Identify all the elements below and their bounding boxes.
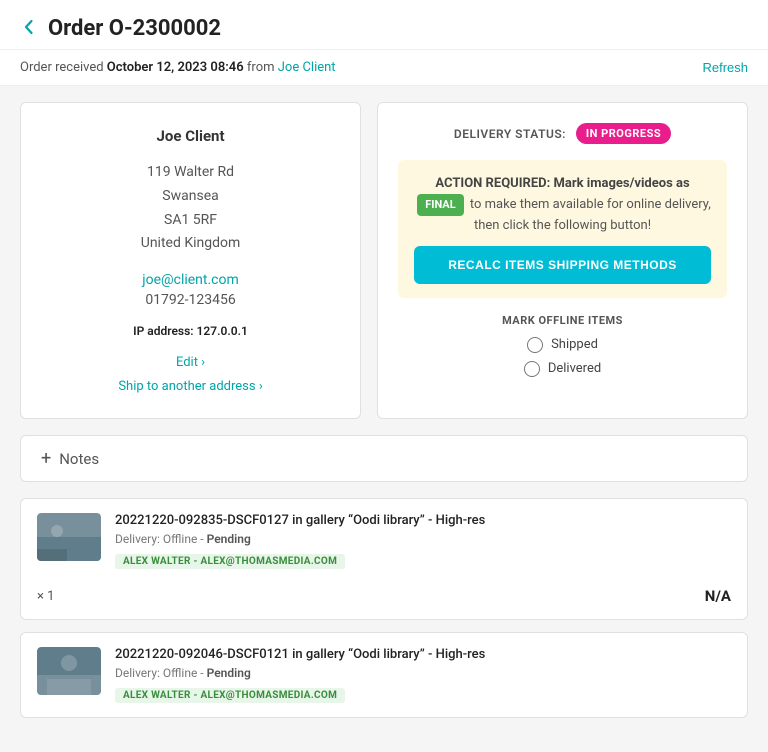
shipped-label: Shipped (551, 337, 598, 352)
notes-label: Notes (59, 450, 99, 468)
item-price: N/A (705, 587, 731, 605)
item-info: 20221220-092835-DSCF0127 in gallery “Ood… (115, 513, 731, 569)
address-line2: Swansea (41, 185, 340, 209)
page: Order O-2300002 Order received October 1… (0, 0, 768, 752)
item-status: Pending (207, 532, 251, 546)
delivered-radio-row: Delivered (398, 361, 727, 377)
order-item: 20221220-092046-DSCF0121 in gallery “Ood… (20, 632, 748, 718)
order-items-list: 20221220-092835-DSCF0127 in gallery “Ood… (20, 498, 748, 718)
client-name: Joe Client (41, 127, 340, 145)
received-label: Order received (20, 60, 104, 75)
shipped-radio[interactable] (527, 337, 543, 353)
item-tag: ALEX WALTER - ALEX@THOMASMEDIA.COM (115, 554, 345, 569)
item-title: 20221220-092046-DSCF0121 in gallery “Ood… (115, 647, 731, 662)
order-meta: Order received October 12, 2023 08:46 fr… (20, 60, 336, 75)
back-button[interactable] (20, 17, 38, 41)
notes-section[interactable]: + Notes (20, 435, 748, 482)
ip-label: IP address: (133, 324, 193, 338)
offline-section: MARK OFFLINE ITEMS Shipped Delivered (398, 314, 727, 377)
action-required-suffix: to make them available for online delive… (470, 197, 711, 234)
item-thumbnail (37, 513, 101, 561)
item-bottom: × 1 N/A (37, 579, 731, 605)
email-link[interactable]: joe@client.com (41, 272, 340, 288)
address-line4: United Kingdom (41, 232, 340, 256)
shipped-radio-row: Shipped (398, 337, 727, 353)
delivered-radio[interactable] (524, 361, 540, 377)
item-title: 20221220-092835-DSCF0127 in gallery “Ood… (115, 513, 731, 528)
action-required-box: ACTION REQUIRED: Mark images/videos as F… (398, 160, 727, 298)
item-tag: ALEX WALTER - ALEX@THOMASMEDIA.COM (115, 688, 345, 703)
edit-link[interactable]: Edit › (176, 355, 205, 370)
ship-to-another-link[interactable]: Ship to another address › (118, 379, 262, 394)
ip-address: IP address: 127.0.0.1 (41, 324, 340, 338)
item-qty: × 1 (37, 589, 54, 604)
order-title: Order O-2300002 (48, 16, 221, 41)
address-line3: SA1 5RF (41, 209, 340, 233)
order-date: October 12, 2023 08:46 (107, 60, 244, 75)
refresh-button[interactable]: Refresh (702, 60, 748, 75)
address-lines: 119 Walter Rd Swansea SA1 5RF United Kin… (41, 161, 340, 256)
delivery-card: DELIVERY STATUS: IN PROGRESS ACTION REQU… (377, 102, 748, 419)
address-line1: 119 Walter Rd (41, 161, 340, 185)
item-delivery: Delivery: Offline - Pending (115, 532, 731, 546)
recalc-button[interactable]: RECALC ITEMS SHIPPING METHODS (414, 246, 711, 284)
item-top: 20221220-092046-DSCF0121 in gallery “Ood… (37, 647, 731, 703)
item-thumbnail (37, 647, 101, 695)
item-top: 20221220-092835-DSCF0127 in gallery “Ood… (37, 513, 731, 569)
phone-number: 01792-123456 (41, 292, 340, 308)
header: Order O-2300002 (0, 0, 768, 50)
client-link[interactable]: Joe Client (278, 60, 336, 75)
delivery-text: Delivery: Offline - (115, 666, 207, 680)
item-status: Pending (207, 666, 251, 680)
action-required-prefix: ACTION REQUIRED: Mark images/videos as (435, 176, 689, 191)
notes-plus-icon: + (41, 448, 51, 469)
subheader: Order received October 12, 2023 08:46 fr… (0, 50, 768, 86)
item-delivery: Delivery: Offline - Pending (115, 666, 731, 680)
final-badge: FINAL (417, 194, 463, 217)
delivery-text: Delivery: Offline - (115, 532, 207, 546)
address-card: Joe Client 119 Walter Rd Swansea SA1 5RF… (20, 102, 361, 419)
delivery-status-label: DELIVERY STATUS: (454, 127, 566, 141)
delivery-status-row: DELIVERY STATUS: IN PROGRESS (398, 123, 727, 144)
cards-row: Joe Client 119 Walter Rd Swansea SA1 5RF… (20, 102, 748, 419)
from-label: from (247, 60, 275, 75)
status-badge: IN PROGRESS (576, 123, 671, 144)
offline-title: MARK OFFLINE ITEMS (398, 314, 727, 327)
item-info: 20221220-092046-DSCF0121 in gallery “Ood… (115, 647, 731, 703)
ip-value: 127.0.0.1 (197, 324, 248, 338)
delivered-label: Delivered (548, 361, 601, 376)
order-item: 20221220-092835-DSCF0127 in gallery “Ood… (20, 498, 748, 620)
main-content: Joe Client 119 Walter Rd Swansea SA1 5RF… (0, 86, 768, 746)
